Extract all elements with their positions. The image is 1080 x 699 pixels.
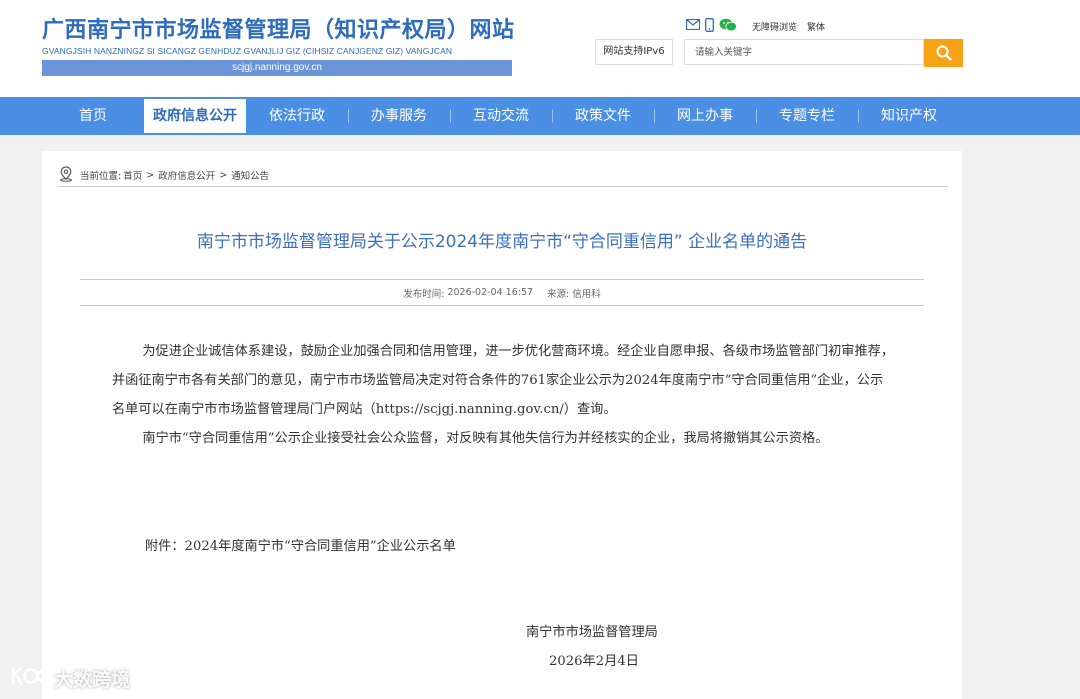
article-body: 为促进企业诚信体系建设，鼓励企业加强合同和信用管理，进一步优化营商环境。经企业自…	[112, 337, 896, 453]
location-icon	[58, 165, 74, 185]
nav-item-law[interactable]: 依法行政	[246, 97, 348, 135]
publish-time: 2026-02-04 16:57	[447, 287, 534, 298]
signature-org: 南宁市市场监督管理局	[526, 625, 658, 640]
nav-item-topics[interactable]: 专题专栏	[756, 97, 858, 135]
site-header: 广西南宁市市场监督管理局（知识产权局）网站 GVANGJSIH NANZNING…	[0, 0, 1080, 97]
main-nav: 首页 政府信息公开 依法行政 办事服务 互动交流 政策文件 网上办事 专题专栏 …	[0, 97, 1080, 135]
nav-item-home[interactable]: 首页	[42, 97, 144, 135]
article-paragraph: 南宁市“守合同重信用”公示企业接受社会公众监督，对反映有其他失信行为并经核实的企…	[142, 431, 829, 446]
article-container: 当前位置: 首页 > 政府信息公开 > 通知公告 南宁市市场监督管理局关于公示2…	[42, 151, 962, 699]
source-value: 信用科	[572, 288, 601, 300]
search-input[interactable]	[685, 40, 923, 65]
watermark-logo-icon	[10, 665, 48, 692]
site-title-pinyin: GVANGJSIH NANZNINGZ SI SICANGZ GENHDUZ G…	[42, 46, 453, 56]
breadcrumb-separator: >	[219, 169, 228, 181]
mail-icon[interactable]	[685, 18, 701, 33]
breadcrumb-separator: >	[146, 169, 155, 181]
top-tools: 无障碍浏览 繁体	[685, 17, 825, 35]
nav-item-online-services[interactable]: 网上办事	[654, 97, 756, 135]
attachment-link[interactable]: 附件：2024年度南宁市“守合同重信用”企业公示名单	[145, 535, 456, 554]
search-button[interactable]	[924, 39, 963, 67]
article-meta: 发布时间: 2026-02-04 16:57 来源: 信用科	[80, 279, 924, 306]
accessibility-link[interactable]: 无障碍浏览	[752, 20, 797, 33]
article-title: 南宁市市场监督管理局关于公示2024年度南宁市“守合同重信用” 企业名单的通告	[196, 232, 808, 252]
nav-item-gov-info[interactable]: 政府信息公开	[144, 99, 246, 133]
breadcrumb-link-home[interactable]: 首页	[123, 168, 142, 182]
breadcrumb-link-gov-info[interactable]: 政府信息公开	[158, 168, 215, 182]
breadcrumb-divider	[58, 186, 948, 187]
breadcrumb-prefix: 当前位置:	[80, 171, 122, 182]
source-label: 来源:	[547, 288, 570, 300]
wechat-icon[interactable]	[719, 18, 737, 35]
ipv6-badge: 网站支持IPv6	[595, 39, 673, 65]
site-logo[interactable]: 广西南宁市市场监督管理局（知识产权局）网站 GVANGJSIH NANZNING…	[42, 18, 514, 76]
search-box	[684, 39, 924, 65]
breadcrumb: 当前位置: 首页 > 政府信息公开 > 通知公告	[58, 163, 948, 187]
mobile-icon[interactable]	[705, 17, 714, 35]
site-url-banner: scjgj.nanning.gov.cn	[42, 60, 512, 76]
nav-item-policy[interactable]: 政策文件	[552, 97, 654, 135]
site-title: 广西南宁市市场监督管理局（知识产权局）网站	[42, 18, 515, 43]
signature-date: 2026年2月4日	[549, 654, 639, 669]
search-icon	[936, 45, 952, 61]
watermark-text: 大数跨境	[54, 669, 131, 691]
nav-item-services[interactable]: 办事服务	[348, 97, 450, 135]
traditional-chinese-link[interactable]: 繁体	[807, 20, 825, 33]
watermark: 大数跨境	[10, 665, 130, 692]
publish-label: 发布时间:	[403, 288, 445, 300]
nav-item-ip[interactable]: 知识产权	[858, 97, 960, 135]
breadcrumb-link-notices[interactable]: 通知公告	[231, 168, 269, 182]
nav-item-interaction[interactable]: 互动交流	[450, 97, 552, 135]
article-paragraph: 为促进企业诚信体系建设，鼓励企业加强合同和信用管理，进一步优化营商环境。经企业自…	[112, 344, 895, 417]
